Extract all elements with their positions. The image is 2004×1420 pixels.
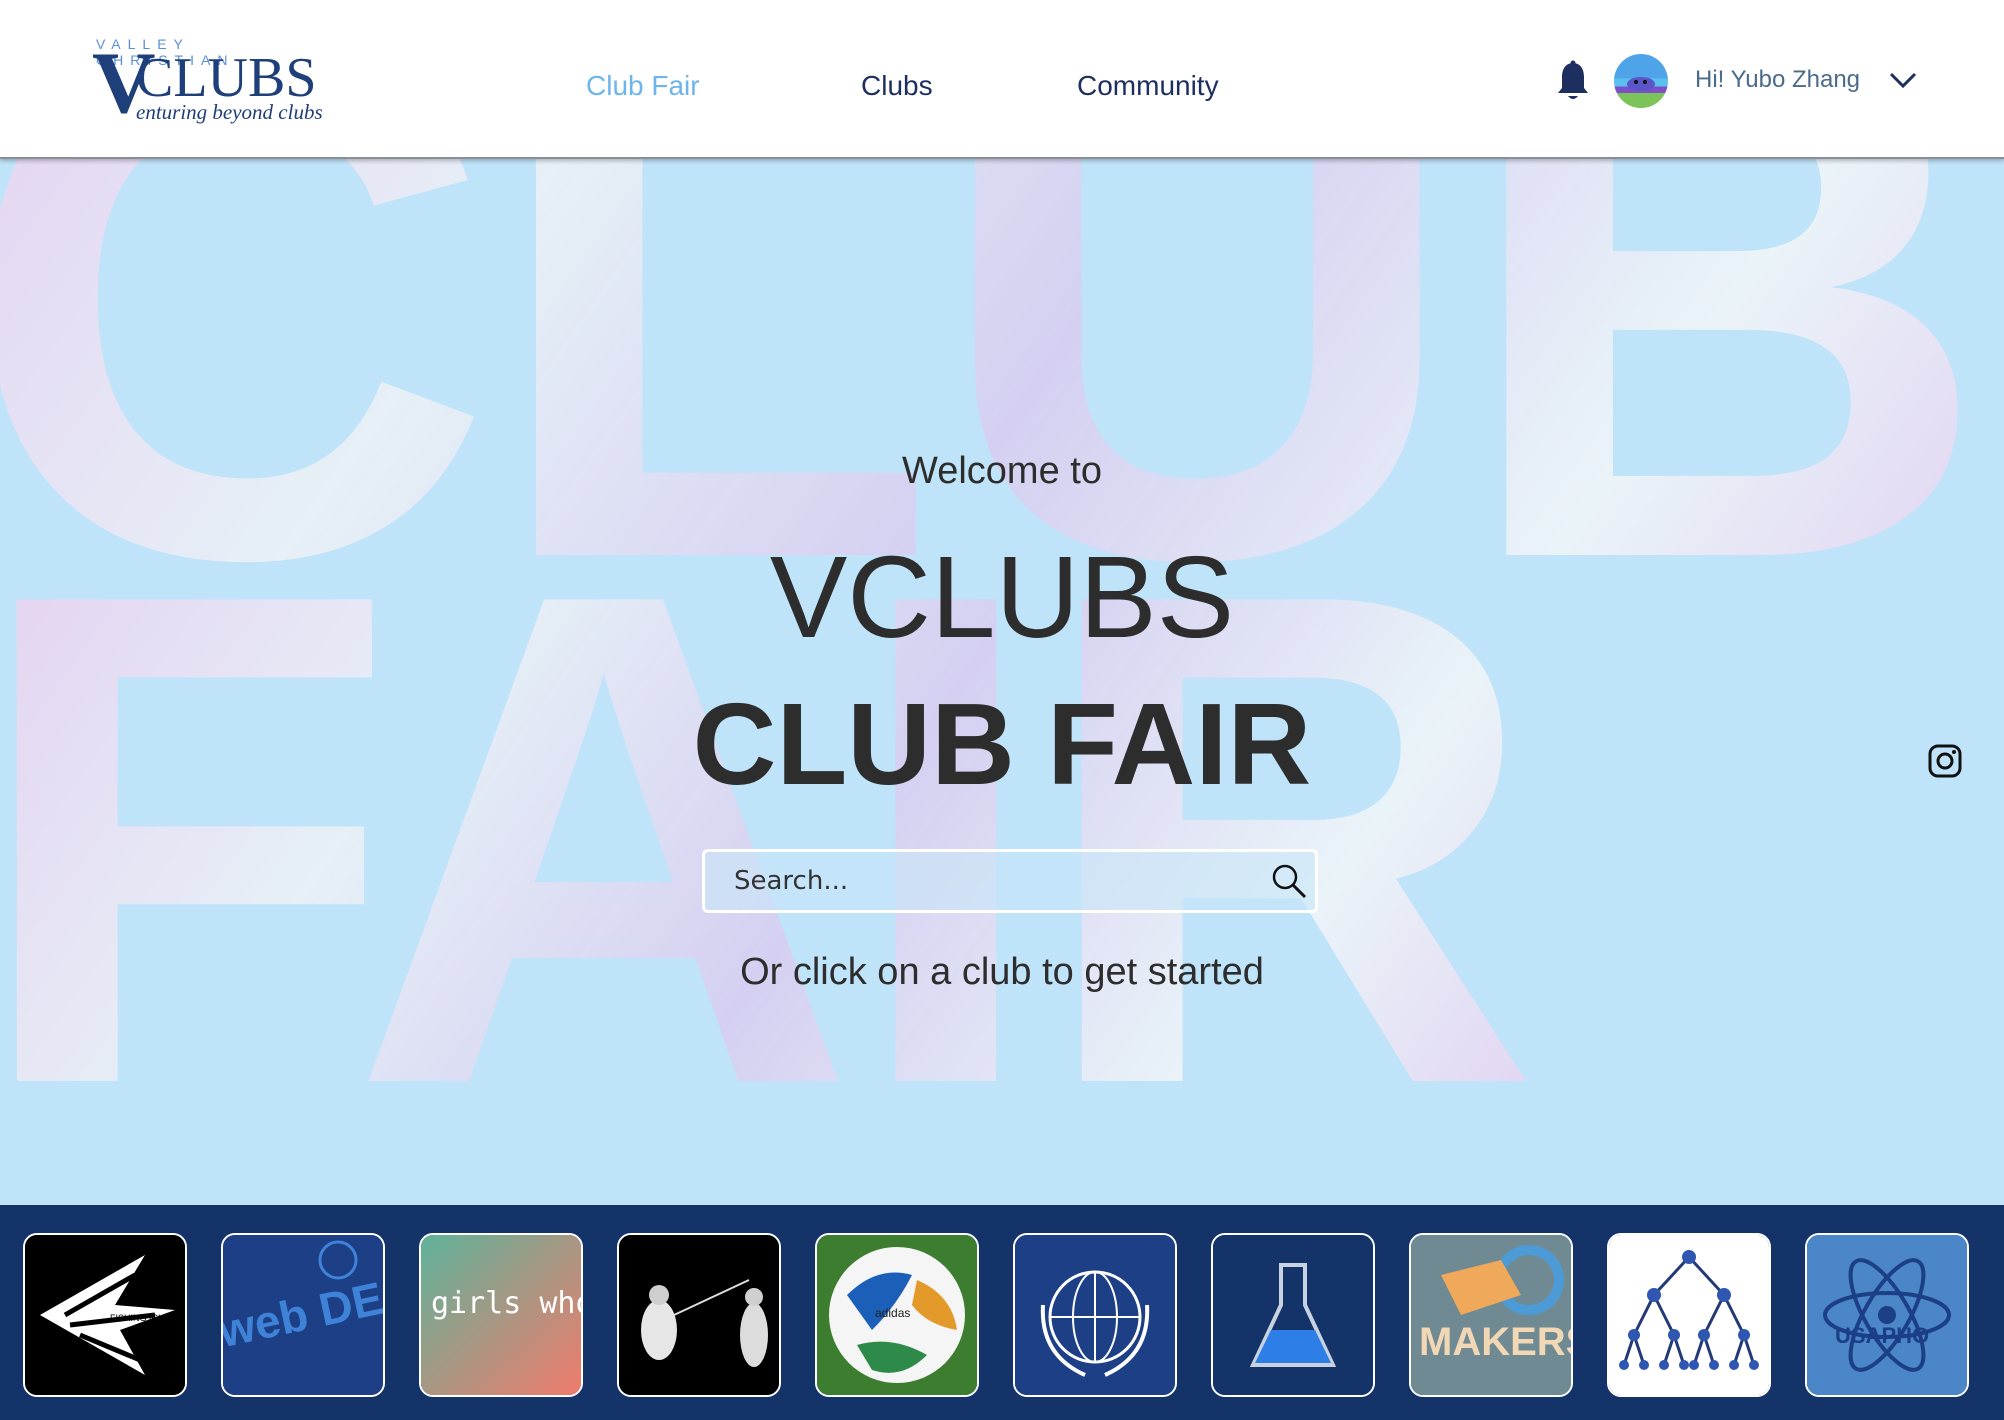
nav-club-fair[interactable]: Club Fair [586,70,700,102]
hero-title-club-fair: CLUB FAIR [692,679,1312,809]
girls-who-code-logo-icon: girls who code [421,1235,581,1395]
user-greeting[interactable]: Hi! Yubo Zhang [1695,66,1860,94]
search-input[interactable] [732,860,1256,902]
club-tile-science[interactable] [1211,1233,1375,1397]
club-tile-model-un[interactable] [1013,1233,1177,1397]
model-un-logo-icon [1015,1235,1175,1395]
tree-diagram-icon [1609,1235,1769,1395]
flask-icon [1213,1235,1373,1395]
club-tile-soccer[interactable]: adidas [815,1233,979,1397]
logo-clubs-text: CLUBS [136,47,317,109]
club-tile-makers[interactable]: MAKERS [1409,1233,1573,1397]
soccer-ball-text: adidas [875,1306,910,1320]
soccer-ball-icon: adidas [817,1235,977,1395]
club-tile-fencing[interactable] [617,1233,781,1397]
avatar-creature-icon [1627,77,1655,91]
fishing-logo-icon: FISHING ICHTHYOLOGY SANCTUARY [25,1235,185,1395]
logo-tagline: enturing beyond clubs [136,100,323,124]
search-icon[interactable] [1270,862,1308,900]
makers-logo-icon: MAKERS [1411,1235,1571,1395]
girls-who-code-logo-text: girls who code [431,1286,581,1321]
club-tile-data-structures[interactable] [1607,1233,1771,1397]
club-search-box[interactable] [702,849,1318,913]
usapho-logo-text: USAPHO [1835,1323,1929,1348]
atom-logo-icon: USAPHO [1807,1235,1967,1395]
club-tile-web-design[interactable]: web DESIGN [221,1233,385,1397]
web-design-logo-icon: web DESIGN [223,1235,383,1395]
nav-clubs[interactable]: Clubs [861,70,933,102]
club-tile-fishing[interactable]: FISHING ICHTHYOLOGY SANCTUARY [23,1233,187,1397]
bell-icon[interactable] [1555,60,1591,102]
welcome-text: Welcome to [902,450,1102,492]
fencing-photo-icon [619,1235,779,1395]
fishing-logo-text: FISHING ICHTHYOLOGY SANCTUARY [110,1313,185,1323]
hero-title-vclubs: VCLUBS [769,532,1235,662]
instagram-icon[interactable] [1928,744,1962,778]
vclubs-logo[interactable]: VALLEY CHRISTIAN V CLUBS enturing beyond… [92,34,337,129]
get-started-prompt: Or click on a club to get started [740,951,1264,993]
chevron-down-icon[interactable] [1888,68,1918,92]
top-nav-bar: VALLEY CHRISTIAN V CLUBS enturing beyond… [0,0,2004,159]
club-tile-girls-who-code[interactable]: girls who code [419,1233,583,1397]
club-tiles-strip: FISHING ICHTHYOLOGY SANCTUARY web DESIGN… [0,1205,2004,1420]
makers-logo-text: MAKERS [1419,1320,1571,1364]
nav-community[interactable]: Community [1077,70,1219,102]
avatar[interactable] [1614,54,1668,108]
club-tile-usapho[interactable]: USAPHO [1805,1233,1969,1397]
